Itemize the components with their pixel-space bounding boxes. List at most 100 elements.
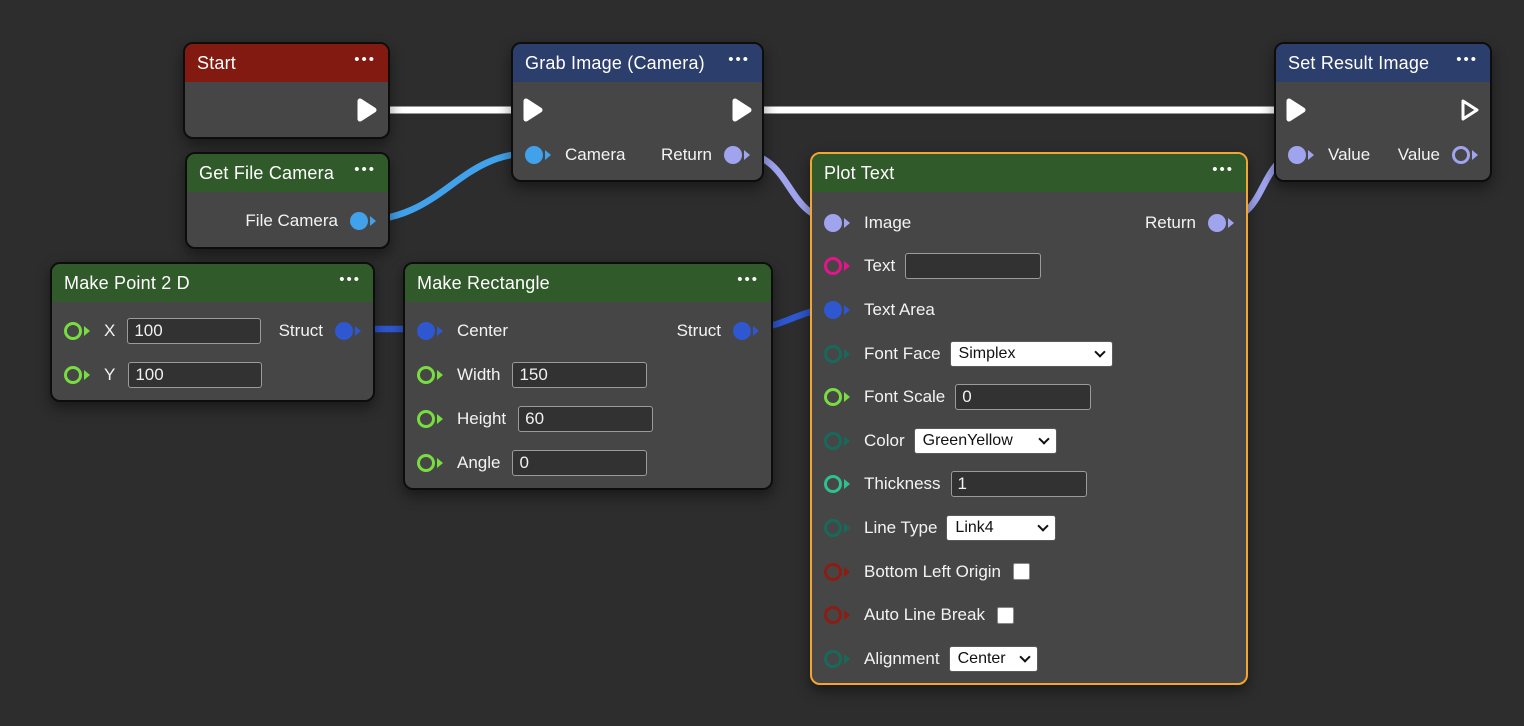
node-plot-text-header[interactable]: Plot Text •••	[812, 154, 1246, 192]
input-label: Height	[457, 409, 506, 429]
font-face-value: Simplex	[959, 345, 1016, 363]
exec-output-pin[interactable]	[355, 96, 379, 124]
input-label: Font Face	[864, 344, 941, 364]
input-label: Camera	[565, 145, 625, 165]
bottom-left-origin-input-port[interactable]	[824, 563, 850, 581]
chevron-down-icon	[1038, 433, 1049, 444]
input-label: Bottom Left Origin	[864, 562, 1001, 582]
node-menu-button[interactable]: •••	[737, 275, 759, 285]
input-label: Auto Line Break	[864, 605, 985, 625]
color-select[interactable]: GreenYellow	[914, 428, 1057, 454]
input-label: X	[104, 321, 115, 341]
value-output-port[interactable]	[1452, 146, 1478, 164]
input-label: Line Type	[864, 518, 937, 538]
output-label: Struct	[279, 321, 323, 341]
thickness-input-port[interactable]	[824, 475, 850, 493]
exec-output-pin[interactable]	[730, 96, 754, 124]
thickness-input[interactable]	[951, 471, 1087, 497]
node-grab-image-header[interactable]: Grab Image (Camera) •••	[513, 44, 762, 82]
height-input[interactable]	[518, 406, 653, 432]
return-output-port[interactable]	[1208, 214, 1234, 232]
center-input-port[interactable]	[417, 322, 443, 340]
node-make-point-2d[interactable]: Make Point 2 D ••• X Struct Y	[50, 262, 375, 402]
auto-line-break-checkbox[interactable]	[997, 607, 1014, 624]
exec-output-pin[interactable]	[1458, 96, 1482, 124]
line-type-select[interactable]: Link4	[946, 515, 1056, 541]
y-input-port[interactable]	[64, 366, 90, 384]
node-menu-button[interactable]: •••	[354, 55, 376, 65]
font-face-select[interactable]: Simplex	[950, 341, 1113, 367]
output-label: File Camera	[245, 211, 338, 231]
height-input-port[interactable]	[417, 410, 443, 428]
image-input-port[interactable]	[824, 214, 850, 232]
input-label: Font Scale	[864, 387, 945, 407]
node-start-header[interactable]: Start •••	[185, 44, 388, 82]
x-input-port[interactable]	[64, 322, 90, 340]
width-input[interactable]	[512, 362, 647, 388]
node-menu-button[interactable]: •••	[354, 165, 376, 175]
node-plot-text[interactable]: Plot Text ••• Image Return Text Text Are…	[810, 152, 1248, 685]
input-label: Text Area	[864, 300, 935, 320]
node-start[interactable]: Start •••	[183, 42, 390, 139]
line-type-input-port[interactable]	[824, 519, 850, 537]
node-get-file-camera[interactable]: Get File Camera ••• File Camera	[185, 152, 390, 249]
file-camera-output-port[interactable]	[350, 212, 376, 230]
output-label: Return	[1145, 213, 1196, 233]
node-menu-button[interactable]: •••	[728, 55, 750, 65]
text-input[interactable]	[905, 253, 1041, 279]
node-make-rectangle-header[interactable]: Make Rectangle •••	[405, 264, 771, 302]
node-title: Grab Image (Camera)	[525, 53, 705, 74]
node-make-rectangle[interactable]: Make Rectangle ••• Center Struct Width H…	[403, 262, 773, 490]
camera-input-port[interactable]	[525, 146, 551, 164]
angle-input[interactable]	[512, 450, 647, 476]
node-title: Plot Text	[824, 163, 895, 184]
line-type-value: Link4	[955, 519, 993, 537]
node-menu-button[interactable]: •••	[1456, 55, 1478, 65]
output-label: Return	[661, 145, 712, 165]
input-label: Center	[457, 321, 508, 341]
chevron-down-icon	[1094, 346, 1105, 357]
y-input[interactable]	[128, 362, 262, 388]
input-label: Y	[104, 365, 115, 385]
node-title: Start	[197, 53, 236, 74]
input-label: Width	[457, 365, 500, 385]
input-label: Angle	[457, 453, 500, 473]
bottom-left-origin-checkbox[interactable]	[1013, 563, 1030, 580]
value-input-port[interactable]	[1288, 146, 1314, 164]
node-graph-canvas[interactable]: Start ••• Get File Camera ••• File Camer…	[0, 0, 1524, 726]
output-label: Struct	[677, 321, 721, 341]
node-title: Get File Camera	[199, 163, 334, 184]
node-set-result-image-header[interactable]: Set Result Image •••	[1276, 44, 1490, 82]
font-face-input-port[interactable]	[824, 345, 850, 363]
x-input[interactable]	[127, 318, 261, 344]
color-input-port[interactable]	[824, 432, 850, 450]
node-grab-image-camera[interactable]: Grab Image (Camera) ••• Camera Return	[511, 42, 764, 182]
angle-input-port[interactable]	[417, 454, 443, 472]
node-make-point-header[interactable]: Make Point 2 D •••	[52, 264, 373, 302]
input-label: Image	[864, 213, 911, 233]
text-area-input-port[interactable]	[824, 301, 850, 319]
input-label: Value	[1328, 145, 1370, 165]
struct-output-port[interactable]	[335, 322, 361, 340]
node-menu-button[interactable]: •••	[339, 275, 361, 285]
exec-input-pin[interactable]	[521, 96, 545, 124]
font-scale-input[interactable]	[955, 384, 1091, 410]
auto-line-break-input-port[interactable]	[824, 606, 850, 624]
input-label: Color	[864, 431, 905, 451]
font-scale-input-port[interactable]	[824, 388, 850, 406]
node-set-result-image[interactable]: Set Result Image ••• Value Value	[1274, 42, 1492, 182]
chevron-down-icon	[1038, 520, 1049, 531]
node-title: Make Point 2 D	[64, 273, 190, 294]
struct-output-port[interactable]	[733, 322, 759, 340]
return-output-port[interactable]	[724, 146, 750, 164]
node-menu-button[interactable]: •••	[1212, 165, 1234, 175]
exec-input-pin[interactable]	[1284, 96, 1308, 124]
alignment-input-port[interactable]	[824, 650, 850, 668]
node-get-file-camera-header[interactable]: Get File Camera •••	[187, 154, 388, 192]
alignment-select[interactable]: Center	[949, 646, 1038, 672]
alignment-value: Center	[958, 650, 1006, 668]
text-input-port[interactable]	[824, 257, 850, 275]
chevron-down-icon	[1019, 651, 1030, 662]
input-label: Text	[864, 256, 895, 276]
width-input-port[interactable]	[417, 366, 443, 384]
